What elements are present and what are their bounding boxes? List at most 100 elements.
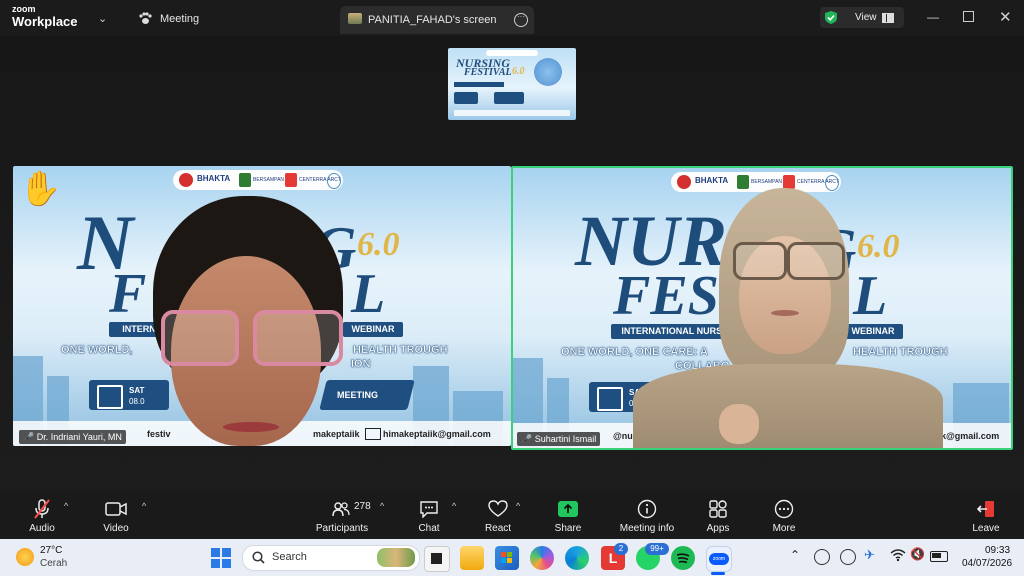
banner-slogan-left: ONE WORLD, bbox=[61, 344, 133, 356]
sponsor-logo bbox=[179, 173, 193, 187]
zoom-active-indicator bbox=[711, 572, 725, 575]
apps-icon bbox=[700, 498, 736, 520]
zoom-taskbar-icon[interactable]: zoom bbox=[706, 546, 732, 572]
tray-icon[interactable] bbox=[814, 549, 830, 565]
video-label: Video bbox=[103, 523, 129, 534]
view-button[interactable]: View bbox=[820, 7, 904, 28]
tab-shared-screen[interactable]: PANITIA_FAHAD's screen ··· bbox=[340, 6, 534, 34]
participants-button[interactable]: 278 Participants bbox=[312, 489, 372, 539]
participant-name: Suhartini Ismail bbox=[534, 434, 597, 444]
whatsapp-badge: 99+ bbox=[645, 543, 669, 555]
glasses-left bbox=[733, 242, 787, 280]
leave-icon bbox=[968, 498, 1004, 520]
speaker-muted-icon[interactable]: 🔇 bbox=[910, 547, 925, 561]
participant-count: 278 bbox=[354, 501, 371, 512]
l-app-badge: 2 bbox=[614, 543, 628, 555]
video-button[interactable]: Video bbox=[96, 489, 136, 539]
title-bar: zoom Workplace ⌄ Meeting PANITIA_FAHAD's… bbox=[0, 0, 1024, 36]
clock-time[interactable]: 09:33 bbox=[985, 545, 1010, 556]
clock-date[interactable]: 04/07/2026 bbox=[962, 558, 1012, 569]
banner-email: himakeptaiik@gmail.com bbox=[383, 429, 491, 439]
apps-button[interactable]: Apps bbox=[700, 489, 736, 539]
copilot-icon[interactable] bbox=[530, 546, 554, 570]
thumb-date-box bbox=[454, 92, 478, 104]
chat-button[interactable]: Chat bbox=[412, 489, 446, 539]
audio-options-caret[interactable]: ^ bbox=[64, 501, 68, 511]
microsoft-store-icon[interactable] bbox=[495, 546, 519, 570]
mouth bbox=[223, 422, 279, 432]
glasses-right bbox=[787, 242, 845, 280]
heart-icon bbox=[480, 498, 516, 520]
spotify-icon[interactable] bbox=[671, 546, 695, 570]
share-screen-icon bbox=[550, 498, 586, 520]
participants-label: Participants bbox=[315, 523, 369, 534]
chevron-down-icon[interactable]: ⌄ bbox=[98, 12, 107, 25]
mail-icon bbox=[365, 428, 381, 440]
search-icon bbox=[252, 551, 265, 569]
shoulders bbox=[633, 364, 943, 448]
weather-condition[interactable]: Cerah bbox=[40, 558, 67, 569]
wifi-icon[interactable] bbox=[890, 548, 906, 567]
video-camera-icon bbox=[96, 498, 136, 520]
react-button[interactable]: React bbox=[480, 489, 516, 539]
participants-options-caret[interactable]: ^ bbox=[380, 501, 384, 511]
sponsor-logo bbox=[285, 173, 297, 187]
participant-name-tag: 🎤 Suhartini Ismail bbox=[517, 432, 601, 446]
tab-meeting[interactable]: Meeting bbox=[160, 13, 199, 25]
more-button[interactable]: More bbox=[768, 489, 800, 539]
muted-mic-icon: 🎤 bbox=[23, 432, 35, 442]
muted-mic-icon: 🎤 bbox=[521, 434, 533, 444]
file-explorer-icon[interactable] bbox=[460, 546, 484, 570]
banner-slogan-right: HEALTH TROUGH bbox=[353, 344, 448, 356]
shared-screen-thumbnail[interactable]: NURSING FESTIVAL 6.0 bbox=[448, 48, 576, 120]
brand-top: zoom bbox=[12, 4, 36, 14]
apps-label: Apps bbox=[706, 523, 730, 534]
hand bbox=[719, 404, 759, 444]
search-highlight-image bbox=[377, 548, 415, 567]
windows-start-icon[interactable] bbox=[211, 548, 231, 568]
share-button[interactable]: Share bbox=[550, 489, 586, 539]
leave-label: Leave bbox=[972, 523, 1000, 534]
shield-check-icon bbox=[824, 10, 838, 30]
view-label: View bbox=[855, 12, 877, 23]
task-view-icon[interactable] bbox=[424, 546, 450, 572]
audio-button[interactable]: Audio bbox=[22, 489, 62, 539]
tray-bluetooth-icon[interactable]: ✈ bbox=[864, 547, 875, 563]
video-tile-suhartini[interactable]: BHAKTA BERSAMPAN CENTERRA ARCT NURS G 6.… bbox=[511, 166, 1013, 450]
maximize-icon[interactable] bbox=[963, 11, 974, 22]
mouth bbox=[771, 310, 799, 316]
audio-label: Audio bbox=[29, 523, 55, 534]
glasses-right bbox=[253, 310, 343, 366]
sponsor-logo bbox=[239, 173, 251, 187]
windows-taskbar: 27°C Cerah Search L 2 99+ zoom ⌃ ✈ 🔇 09:… bbox=[0, 539, 1024, 576]
close-icon[interactable]: ✕ bbox=[999, 8, 1012, 26]
thumb-bar bbox=[454, 82, 504, 87]
tray-chevron-icon[interactable]: ⌃ bbox=[790, 548, 800, 562]
zoom-workplace-logo[interactable]: zoom Workplace bbox=[12, 4, 78, 29]
meeting-toolbar: Audio ^ Video ^ 278 Participants ^ Chat … bbox=[0, 489, 1024, 539]
sponsor-name: BHAKTA bbox=[197, 174, 231, 183]
chat-options-caret[interactable]: ^ bbox=[452, 501, 456, 511]
battery-icon[interactable] bbox=[930, 551, 948, 562]
glasses-left bbox=[161, 310, 239, 366]
more-options-icon[interactable]: ··· bbox=[514, 13, 528, 27]
weather-temperature[interactable]: 27°C bbox=[40, 545, 62, 556]
video-tile-indriani[interactable]: BHAKTA BERSAMPAN CENTERRA ARCT N G 6.0 F… bbox=[13, 166, 511, 446]
sponsor-name: BERSAMPAN bbox=[253, 177, 285, 183]
minimize-icon[interactable]: — bbox=[927, 10, 939, 24]
thumb-globe bbox=[534, 58, 562, 86]
leave-button[interactable]: Leave bbox=[968, 489, 1004, 539]
video-options-caret[interactable]: ^ bbox=[142, 501, 146, 511]
calendar-icon bbox=[597, 387, 623, 411]
tab-shared-screen-label: PANITIA_FAHAD's screen bbox=[368, 14, 497, 26]
thumb-edition: 6.0 bbox=[512, 66, 525, 77]
calendar-icon bbox=[97, 385, 123, 409]
meeting-info-button[interactable]: Meeting info bbox=[614, 489, 680, 539]
taskbar-search[interactable]: Search bbox=[242, 545, 420, 571]
share-label: Share bbox=[554, 523, 582, 534]
react-options-caret[interactable]: ^ bbox=[516, 501, 520, 511]
edge-browser-icon[interactable] bbox=[565, 546, 589, 570]
chat-icon bbox=[412, 498, 446, 520]
banner-edition: 6.0 bbox=[357, 226, 400, 263]
tray-sync-icon[interactable] bbox=[840, 549, 856, 565]
